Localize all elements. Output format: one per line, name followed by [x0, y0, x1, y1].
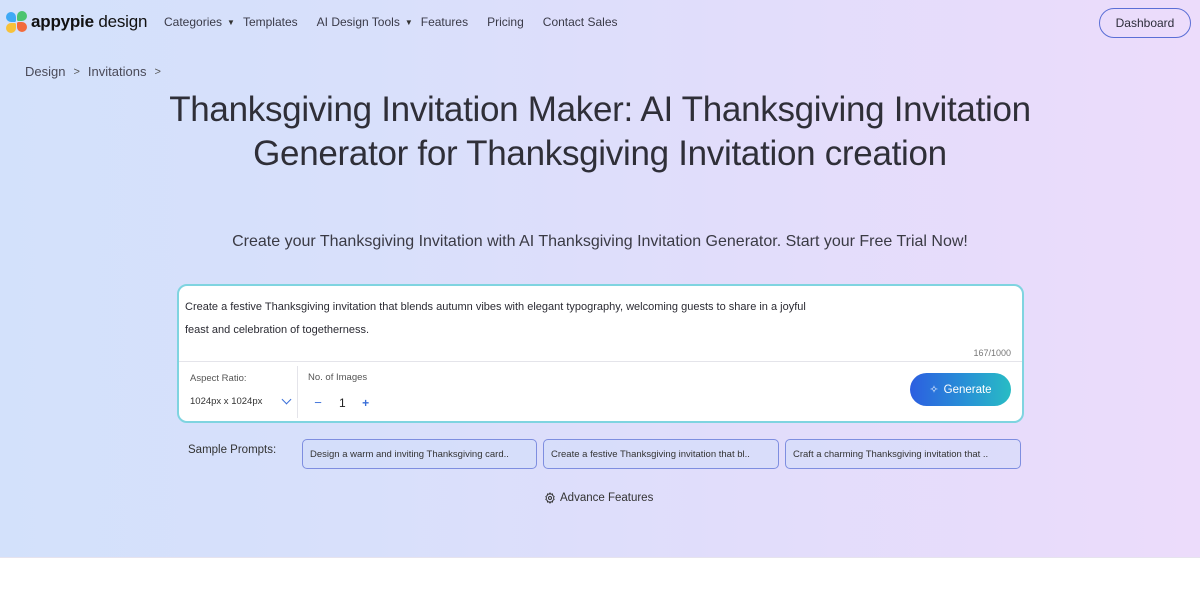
top-navigation: appypie design Categories ▼ Templates AI… — [0, 0, 1200, 46]
gear-icon — [545, 492, 555, 504]
divider — [297, 366, 298, 418]
sample-prompts-label: Sample Prompts: — [188, 444, 277, 456]
logo-text: appypie design — [31, 12, 148, 31]
hero-section — [0, 0, 1200, 558]
breadcrumb-invitations[interactable]: Invitations — [88, 64, 147, 79]
nav-item-pricing[interactable]: Pricing — [487, 15, 524, 29]
nav-item-categories[interactable]: Categories ▼ — [164, 15, 235, 29]
page-title: Thanksgiving Invitation Maker: AI Thanks… — [169, 90, 1031, 173]
num-images-label: No. of Images — [308, 372, 368, 383]
caret-down-icon: ▼ — [404, 17, 413, 27]
nav-item-contact-sales[interactable]: Contact Sales — [543, 15, 618, 29]
chevron-right-icon: > — [73, 65, 80, 78]
sparkle-icon: ✧ — [929, 384, 939, 396]
prompt-textarea[interactable]: Create a festive Thanksgiving invitation… — [185, 296, 905, 342]
appypie-logo[interactable]: appypie design — [6, 11, 147, 33]
divider — [179, 361, 1022, 362]
chevron-down-icon — [281, 394, 292, 405]
sample-prompt-chip[interactable]: Create a festive Thanksgiving invitation… — [543, 439, 779, 469]
breadcrumb: Design > Invitations > — [25, 64, 169, 79]
caret-down-icon: ▼ — [227, 17, 235, 27]
appypie-logo-icon — [6, 11, 28, 33]
decrement-button[interactable]: − — [312, 396, 324, 410]
num-images-value: 1 — [339, 396, 346, 410]
nav-item-ai-design-tools[interactable]: AI Design Tools ▼ — [317, 15, 413, 29]
num-images-stepper: − 1 + — [312, 396, 372, 411]
aspect-ratio-value: 1024px x 1024px — [190, 396, 263, 407]
nav-item-features[interactable]: Features — [421, 15, 468, 29]
aspect-ratio-label: Aspect Ratio: — [190, 373, 247, 384]
advance-features-button[interactable]: Advance Features — [544, 492, 653, 504]
chevron-right-icon: > — [154, 65, 161, 78]
main-nav: Categories ▼ Templates AI Design Tools ▼… — [164, 15, 618, 29]
sample-prompt-chip[interactable]: Design a warm and inviting Thanksgiving … — [302, 439, 537, 469]
generate-button[interactable]: ✧ Generate — [910, 373, 1011, 406]
aspect-ratio-select[interactable]: 1024px x 1024px — [190, 394, 292, 407]
nav-item-templates[interactable]: Templates — [243, 15, 298, 29]
sample-prompt-chip[interactable]: Craft a charming Thanksgiving invitation… — [785, 439, 1021, 469]
page-subtitle: Create your Thanksgiving Invitation with… — [232, 233, 968, 250]
character-counter: 167/1000 — [973, 348, 1011, 358]
prompt-card: Create a festive Thanksgiving invitation… — [177, 284, 1024, 423]
breadcrumb-design[interactable]: Design — [25, 64, 65, 79]
dashboard-button[interactable]: Dashboard — [1099, 8, 1191, 38]
increment-button[interactable]: + — [360, 396, 372, 410]
